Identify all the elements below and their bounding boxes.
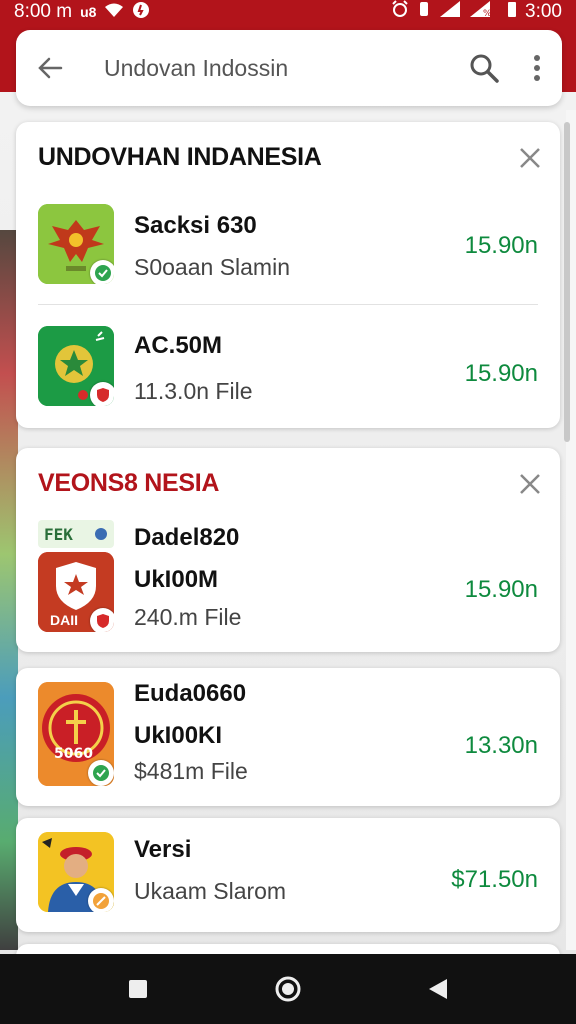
close-button[interactable] (514, 142, 546, 174)
search-input[interactable]: Undovan Indossin (86, 55, 456, 82)
back-nav-button[interactable] (418, 969, 458, 1009)
item-subtitle: $481m File (134, 758, 248, 784)
status-extra: u8 (80, 4, 97, 20)
search-icon (470, 54, 499, 83)
signal-icon (439, 0, 461, 24)
item-title: Sacksi 630 (134, 212, 257, 239)
item-subtitle: S0oaan Slamin (134, 254, 290, 280)
shield-icon (97, 388, 109, 402)
red-dot (78, 390, 88, 400)
recents-button[interactable] (118, 969, 158, 1009)
search-button[interactable] (456, 30, 512, 106)
banner-label: FEK (44, 524, 73, 544)
square-recent-icon (129, 980, 147, 998)
item-price: $71.50n (451, 866, 538, 893)
list-item[interactable]: Sacksi 630 S0oaan Slamin 15.90n (16, 202, 560, 302)
item-subtitle: Ukaam Slarom (134, 878, 287, 904)
home-button[interactable] (268, 969, 308, 1009)
battery-icon (507, 0, 517, 24)
app-icon (38, 832, 114, 912)
signal-icon-2: % (469, 0, 499, 24)
triangle-back-icon (429, 979, 447, 999)
app-icon (38, 204, 114, 284)
navigation-bar (0, 954, 576, 1024)
item-title: Versi (134, 836, 192, 863)
item-price: 15.90n (464, 232, 538, 259)
close-icon (520, 148, 540, 168)
status-time-right: 3:00 (525, 1, 562, 22)
pencil-icon (93, 893, 109, 909)
divider (38, 304, 538, 305)
shield-badge (90, 382, 114, 406)
item-title-2: UkI00KI (134, 722, 223, 749)
globe-icon (95, 528, 107, 540)
item-price: 15.90n (464, 360, 538, 387)
close-icon (520, 474, 540, 494)
notification-icon (132, 1, 150, 24)
icon-caption: DAII (50, 612, 78, 628)
app-card[interactable]: Versi Ukaam Slarom $71.50n (16, 818, 560, 932)
svg-text:5060: 5060 (54, 746, 93, 762)
app-icon: DAII (38, 552, 114, 632)
app-banner: FEK (38, 520, 114, 548)
more-vert-icon (534, 55, 540, 81)
item-subtitle: 240.m File (134, 604, 242, 630)
list-item[interactable]: FEK DAII Dadel820 UkI00M 240.m File 15.9… (16, 518, 560, 648)
shield-icon (97, 614, 109, 628)
section-title: VEONS8 NESIA (38, 468, 220, 497)
status-bar: 8:00 m u8 % 3:00 (0, 0, 576, 24)
arrow-left-icon (38, 57, 63, 79)
item-subtitle: 11.3.0n File (134, 378, 253, 404)
list-item[interactable]: AC.50M 11.3.0n File 15.90n (16, 322, 560, 422)
item-price: 15.90n (464, 576, 538, 603)
section-card-2: VEONS8 NESIA FEK DAII Dadel820 UkI00M 24… (16, 448, 560, 652)
check-icon (93, 765, 109, 781)
more-options-button[interactable] (512, 30, 562, 106)
app-card[interactable]: 5060 Euda0660 UkI00KI $481m File 13.30n (16, 668, 560, 806)
verified-badge (90, 260, 114, 284)
app-icon (38, 326, 114, 406)
app-icon: 5060 (38, 682, 114, 786)
svg-text:%: % (483, 9, 492, 18)
section-card-1: UNDOVHAN INDANESIA Sacksi 630 S0oaan Sla… (16, 122, 560, 428)
item-title: AC.50M (134, 332, 223, 359)
vibrate-icon (417, 0, 431, 24)
item-title: Euda0660 (134, 680, 247, 707)
section-title: UNDOVHAN INDANESIA (38, 142, 322, 171)
item-title: Dadel820 (134, 524, 240, 551)
edit-badge (88, 888, 114, 912)
search-bar[interactable]: Undovan Indossin (16, 30, 562, 106)
alarm-icon (391, 0, 409, 24)
wifi-icon (104, 2, 124, 23)
shield-badge (90, 608, 114, 632)
circle-home-icon (275, 976, 301, 1002)
status-time: 8:00 m (14, 1, 73, 22)
item-title-2: UkI00M (134, 566, 219, 593)
verified-badge (88, 760, 114, 786)
back-button[interactable] (16, 30, 86, 106)
close-button[interactable] (514, 468, 546, 500)
scrollbar[interactable] (564, 122, 570, 442)
check-icon (95, 265, 111, 281)
item-price: 13.30n (464, 732, 538, 759)
